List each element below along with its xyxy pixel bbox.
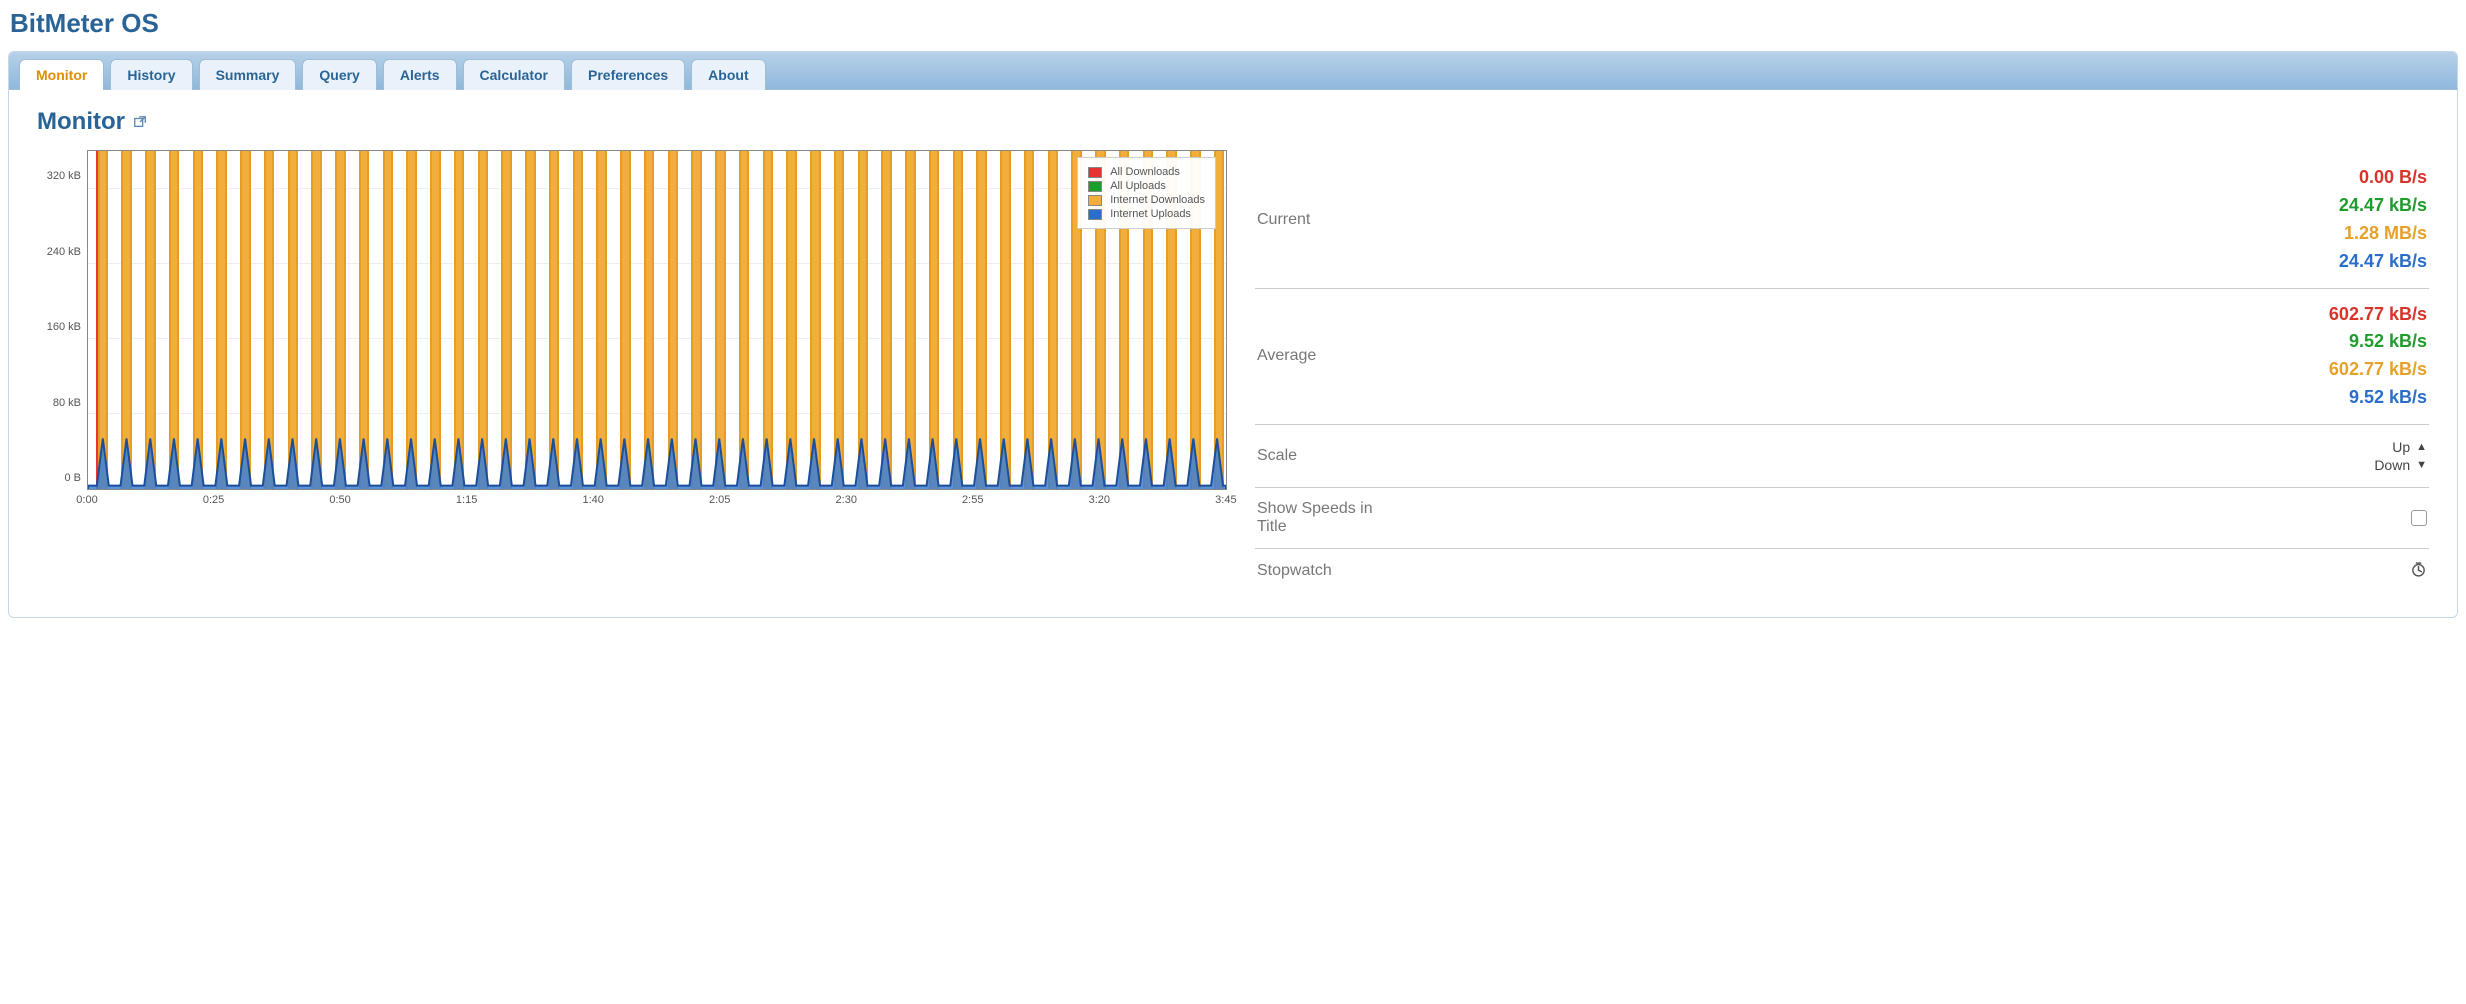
chevron-up-icon: ▲ bbox=[2416, 441, 2427, 453]
average-internet-downloads: 602.77 kB/s bbox=[2329, 356, 2427, 384]
average-all-uploads: 9.52 kB/s bbox=[2329, 328, 2427, 356]
stopwatch-panel: Stopwatch bbox=[1255, 549, 2429, 593]
popout-icon[interactable] bbox=[133, 108, 147, 136]
current-internet-uploads: 24.47 kB/s bbox=[2339, 248, 2427, 276]
legend-all-uploads: All Uploads bbox=[1088, 180, 1205, 192]
tab-about[interactable]: About bbox=[691, 59, 765, 90]
x-tick: 0:25 bbox=[203, 490, 224, 506]
average-panel: Average 602.77 kB/s 9.52 kB/s 602.77 kB/… bbox=[1255, 289, 2429, 426]
y-tick: 160 kB bbox=[37, 321, 87, 333]
x-tick: 3:20 bbox=[1089, 490, 1110, 506]
scale-down-button[interactable]: Down ▼ bbox=[2374, 457, 2427, 473]
page-heading-row: Monitor bbox=[37, 108, 2429, 136]
average-label: Average bbox=[1257, 347, 1316, 365]
stats-column: Current 0.00 B/s 24.47 kB/s 1.28 MB/s 24… bbox=[1255, 150, 2429, 593]
y-tick: 320 kB bbox=[37, 170, 87, 182]
scale-panel: Scale Up ▲ Down ▼ bbox=[1255, 425, 2429, 488]
average-internet-uploads: 9.52 kB/s bbox=[2329, 384, 2427, 412]
chart-plot-area: All Downloads All Uploads Internet Downl… bbox=[87, 150, 1227, 490]
tab-summary[interactable]: Summary bbox=[199, 59, 297, 90]
page-title: Monitor bbox=[37, 108, 125, 136]
tab-calculator[interactable]: Calculator bbox=[463, 59, 565, 90]
scale-label: Scale bbox=[1257, 447, 1297, 465]
current-all-uploads: 24.47 kB/s bbox=[2339, 192, 2427, 220]
legend-internet-uploads: Internet Uploads bbox=[1088, 208, 1205, 220]
x-tick: 2:55 bbox=[962, 490, 983, 506]
stopwatch-label: Stopwatch bbox=[1257, 562, 1332, 580]
chart-column: All Downloads All Uploads Internet Downl… bbox=[37, 150, 1237, 520]
tab-monitor[interactable]: Monitor bbox=[19, 59, 104, 90]
x-tick: 3:45 bbox=[1215, 490, 1236, 506]
x-tick: 0:50 bbox=[329, 490, 350, 506]
x-tick: 1:15 bbox=[456, 490, 477, 506]
current-internet-downloads: 1.28 MB/s bbox=[2339, 220, 2427, 248]
tab-bar: Monitor History Summary Query Alerts Cal… bbox=[9, 52, 2457, 90]
app-title: BitMeter OS bbox=[0, 0, 2466, 51]
x-tick: 2:05 bbox=[709, 490, 730, 506]
current-panel: Current 0.00 B/s 24.47 kB/s 1.28 MB/s 24… bbox=[1255, 152, 2429, 289]
chart-legend: All Downloads All Uploads Internet Downl… bbox=[1077, 157, 1216, 229]
current-label: Current bbox=[1257, 211, 1310, 229]
x-tick: 1:40 bbox=[582, 490, 603, 506]
series-internet-uploads bbox=[88, 151, 1226, 490]
show-speeds-panel: Show Speeds in Title bbox=[1255, 488, 2429, 549]
main-container: Monitor History Summary Query Alerts Cal… bbox=[8, 51, 2458, 618]
tab-query[interactable]: Query bbox=[302, 59, 376, 90]
y-tick: 80 kB bbox=[37, 397, 87, 409]
legend-all-downloads: All Downloads bbox=[1088, 166, 1205, 178]
average-all-downloads: 602.77 kB/s bbox=[2329, 301, 2427, 329]
legend-internet-downloads: Internet Downloads bbox=[1088, 194, 1205, 206]
current-all-downloads: 0.00 B/s bbox=[2339, 164, 2427, 192]
show-speeds-label: Show Speeds in Title bbox=[1257, 500, 1397, 536]
tab-preferences[interactable]: Preferences bbox=[571, 59, 685, 90]
tab-content: Monitor bbox=[9, 90, 2457, 617]
tab-alerts[interactable]: Alerts bbox=[383, 59, 457, 90]
tab-history[interactable]: History bbox=[110, 59, 192, 90]
scale-up-button[interactable]: Up ▲ bbox=[2374, 439, 2427, 455]
bandwidth-chart: All Downloads All Uploads Internet Downl… bbox=[37, 150, 1237, 520]
x-tick: 0:00 bbox=[76, 490, 97, 506]
clock-icon[interactable] bbox=[2410, 561, 2427, 581]
y-tick: 0 B bbox=[37, 472, 87, 484]
show-speeds-checkbox[interactable] bbox=[2411, 510, 2427, 526]
y-tick: 240 kB bbox=[37, 246, 87, 258]
x-tick: 2:30 bbox=[836, 490, 857, 506]
chevron-down-icon: ▼ bbox=[2416, 459, 2427, 471]
